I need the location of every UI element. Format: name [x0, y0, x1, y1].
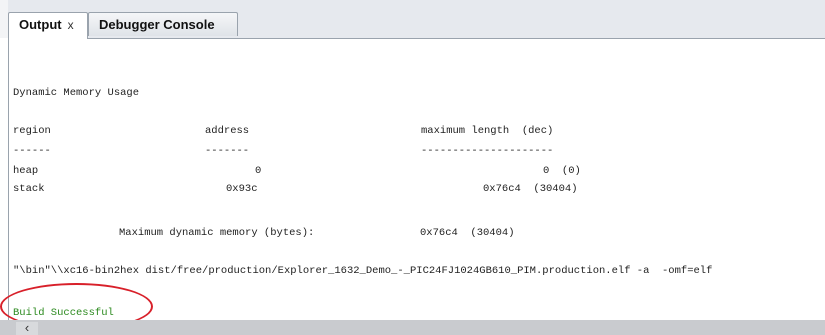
chevron-left-icon[interactable]: ‹ [16, 321, 38, 335]
header-maxlen: maximum length (dec) [421, 125, 554, 137]
tab-output-label: Output [19, 17, 62, 32]
divider-region: ------ [13, 145, 51, 157]
max-dynamic-value: 0x76c4 (30404) [420, 227, 515, 239]
close-icon[interactable]: x [68, 18, 74, 32]
output-tabbar: Output x Debugger Console [0, 0, 825, 39]
horizontal-scrollbar[interactable] [0, 320, 825, 335]
row-stack-address: 0x93c [226, 183, 258, 195]
tabbar-gap [0, 0, 8, 38]
row-heap-region: heap [13, 165, 39, 177]
header-address: address [205, 125, 250, 137]
bin2hex-command: "\bin"\\xc16-bin2hex dist/free/productio… [13, 265, 713, 277]
header-region: region [13, 125, 51, 137]
row-stack-region: stack [13, 183, 45, 195]
max-dynamic-label: Maximum dynamic memory (bytes): [119, 227, 315, 239]
divider-address: ------- [205, 145, 250, 157]
output-pane[interactable]: Dynamic Memory Usage region address maxi… [8, 38, 825, 321]
dynamic-memory-title: Dynamic Memory Usage [13, 87, 140, 99]
row-stack-maxlen: 0x76c4 (30404) [483, 183, 578, 195]
divider-maxlen: --------------------- [421, 145, 554, 157]
row-heap-maxlen: 0 (0) [543, 165, 581, 177]
tab-debugger-console[interactable]: Debugger Console [88, 12, 238, 36]
row-heap-address: 0 [255, 165, 262, 177]
tab-debugger-console-label: Debugger Console [99, 17, 215, 32]
tab-output[interactable]: Output x [8, 12, 88, 39]
